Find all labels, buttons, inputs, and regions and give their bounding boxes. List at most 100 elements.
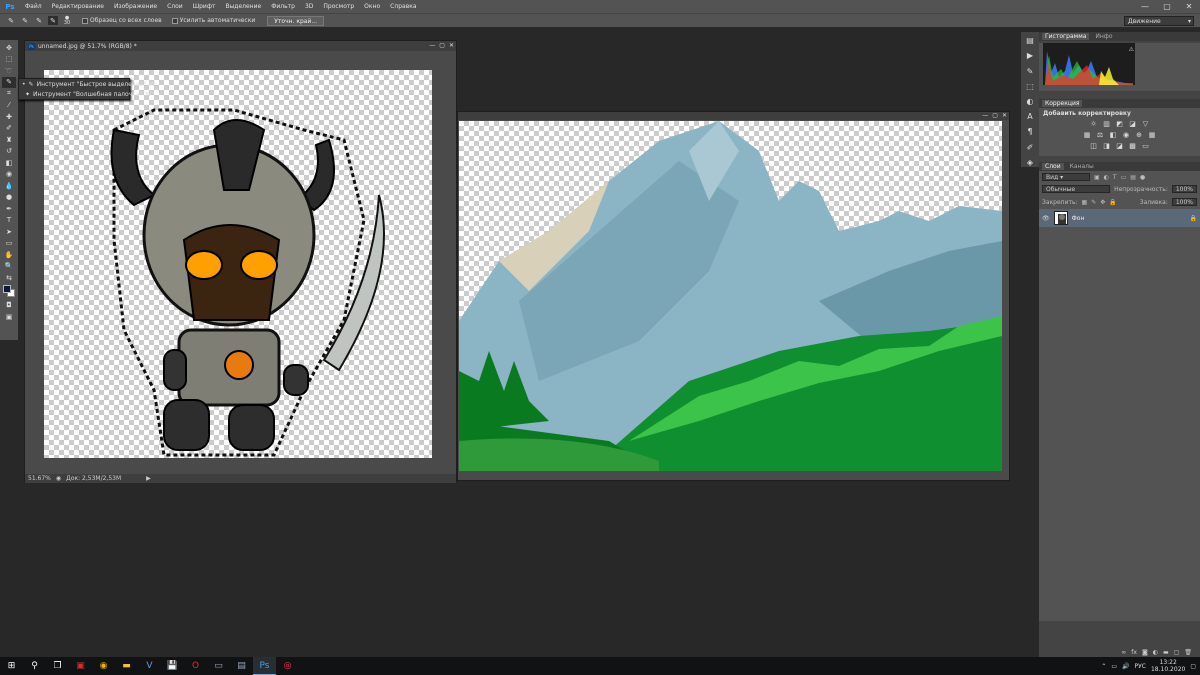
color-balance-icon[interactable]: ⚖	[1096, 130, 1105, 139]
curves-icon[interactable]: ◩	[1115, 119, 1124, 128]
selective-color-icon[interactable]: ▩	[1128, 141, 1137, 150]
doc-close-icon[interactable]: ✕	[449, 42, 454, 49]
menu-type[interactable]: Шрифт	[188, 3, 221, 10]
filter-smart-icon[interactable]: ▤	[1130, 174, 1136, 181]
lock-position-icon[interactable]: ✥	[1100, 199, 1105, 206]
crop-tool-icon[interactable]: ⌗	[2, 88, 16, 100]
app-window-icon[interactable]: ▭	[207, 657, 230, 675]
paragraph-panel-icon[interactable]: ¶	[1024, 127, 1036, 136]
canvas-area[interactable]	[25, 51, 456, 474]
blur-tool-icon[interactable]: 💧	[2, 180, 16, 192]
quick-select-tool-preset-icon[interactable]: ✎	[6, 16, 16, 25]
blend-mode-select[interactable]: Обычные	[1042, 185, 1111, 193]
layer-style-icon[interactable]: fx	[1131, 649, 1137, 656]
gradient-tool-icon[interactable]: ◉	[2, 169, 16, 181]
filter-pixel-icon[interactable]: ▣	[1094, 174, 1100, 181]
menu-help[interactable]: Справка	[385, 3, 421, 10]
screen-mode-icon[interactable]: ▣	[2, 311, 16, 323]
actions-panel-icon[interactable]: ▶	[1024, 51, 1036, 60]
search-icon[interactable]: ⚲	[23, 657, 46, 675]
landscape-document-tab[interactable]: — ▢ ✕	[458, 112, 1009, 120]
menu-window[interactable]: Окно	[359, 3, 385, 10]
brush-tool-icon[interactable]: ✐	[2, 123, 16, 135]
doc-minimize-icon[interactable]: —	[429, 42, 435, 49]
zoom-tool-icon[interactable]: 🔍	[2, 261, 16, 273]
minimize-button[interactable]: —	[1134, 0, 1156, 13]
stamp-tool-icon[interactable]: ♜	[2, 134, 16, 146]
lock-all-icon[interactable]: 🔒	[1109, 199, 1116, 206]
delete-layer-icon[interactable]: 🗑	[1184, 649, 1192, 656]
black-white-icon[interactable]: ◧	[1109, 130, 1118, 139]
clock[interactable]: 13:22 18.10.2020	[1151, 659, 1185, 673]
add-mask-icon[interactable]: ◙	[1142, 649, 1148, 656]
swatches-panel-icon[interactable]: ⬚	[1024, 82, 1036, 91]
filter-type-icon[interactable]: T	[1113, 174, 1117, 181]
new-layer-icon[interactable]: ▢	[1174, 649, 1180, 656]
browser-icon[interactable]: ▤	[230, 657, 253, 675]
3d-panel-icon[interactable]: ◈	[1024, 158, 1036, 167]
menu-layers[interactable]: Слои	[162, 3, 188, 10]
tab-histogram[interactable]: Гистограмма	[1042, 33, 1090, 40]
maximize-button[interactable]: ▢	[1156, 0, 1178, 13]
quick-select-tool-icon[interactable]: ✎	[2, 76, 16, 88]
document-size-info[interactable]: Док: 2,53М/2,53М	[66, 475, 121, 482]
tab-adjustments[interactable]: Коррекция	[1042, 100, 1083, 107]
lock-transparent-icon[interactable]: ▦	[1082, 199, 1088, 206]
chrome-icon[interactable]: ◉	[92, 657, 115, 675]
channel-mixer-icon[interactable]: ⊕	[1135, 130, 1144, 139]
save-icon[interactable]: 💾	[161, 657, 184, 675]
keyboard-language[interactable]: РУС	[1135, 663, 1146, 670]
layer-row-background[interactable]: 👁 Фон 🔒	[1039, 209, 1200, 227]
filter-toggle-icon[interactable]: ●	[1140, 174, 1145, 181]
workspace-select[interactable]: Движение ▾	[1124, 16, 1194, 26]
filter-adjust-icon[interactable]: ◐	[1104, 174, 1109, 181]
opera-gx-icon[interactable]: ◎	[276, 657, 299, 675]
shape-tool-icon[interactable]: ▭	[2, 238, 16, 250]
levels-icon[interactable]: ▥	[1102, 119, 1111, 128]
quick-mask-icon[interactable]: ◘	[2, 300, 16, 312]
task-view-icon[interactable]: ❐	[46, 657, 69, 675]
menu-image[interactable]: Изображение	[109, 3, 162, 10]
exposure-icon[interactable]: ◪	[1128, 119, 1137, 128]
lock-pixels-icon[interactable]: ✎	[1091, 199, 1096, 206]
gradient-map-icon[interactable]: ▭	[1141, 141, 1150, 150]
new-group-icon[interactable]: ▬	[1163, 649, 1169, 656]
chevron-up-icon[interactable]: ⌃	[1101, 663, 1106, 670]
history-panel-icon[interactable]: ▤	[1024, 36, 1036, 45]
pen-tool-icon[interactable]: ✒	[2, 203, 16, 215]
status-arrow-icon[interactable]: ▶	[146, 475, 151, 482]
hand-tool-icon[interactable]: ✋	[2, 249, 16, 261]
auto-enhance-checkbox[interactable]: Усилить автоматически	[171, 17, 255, 24]
link-layers-icon[interactable]: ∞	[1121, 649, 1126, 656]
flyout-item-quick-select[interactable]: • ✎ Инструмент "Быстрое выделение" W	[19, 79, 155, 89]
doc-maximize-icon[interactable]: ▢	[439, 42, 445, 49]
menu-view[interactable]: Просмотр	[318, 3, 359, 10]
new-adjustment-icon[interactable]: ◐	[1153, 649, 1158, 656]
refine-edge-button[interactable]: Уточн. край...	[267, 15, 325, 26]
status-info-icon[interactable]: ◉	[56, 475, 61, 482]
eyedropper-tool-icon[interactable]: ⁄	[2, 100, 16, 112]
menu-edit[interactable]: Редактирование	[47, 3, 109, 10]
tab-layers[interactable]: Слои	[1042, 163, 1064, 170]
path-select-tool-icon[interactable]: ➤	[2, 226, 16, 238]
menu-3d[interactable]: 3D	[300, 3, 318, 10]
histogram-warning-icon[interactable]: ⚠	[1129, 46, 1134, 53]
network-icon[interactable]: ▭	[1111, 663, 1117, 670]
brightness-contrast-icon[interactable]: ☼	[1089, 119, 1098, 128]
document-tab[interactable]: Ps unnamed.jpg @ 51.7% (RGB/8) * — ▢ ✕	[25, 41, 456, 51]
healing-tool-icon[interactable]: ✚	[2, 111, 16, 123]
marquee-tool-icon[interactable]: ⬚	[2, 54, 16, 66]
color-panel-icon[interactable]: ◐	[1024, 97, 1036, 106]
lasso-tool-icon[interactable]: ➰	[2, 65, 16, 77]
doc-minimize-icon[interactable]: —	[982, 112, 988, 119]
volume-icon[interactable]: 🔊	[1122, 663, 1129, 670]
tab-info[interactable]: Инфо	[1095, 33, 1112, 40]
menu-file[interactable]: Файл	[20, 3, 47, 10]
phone-app-icon[interactable]: ▣	[69, 657, 92, 675]
vibrance-icon[interactable]: ▽	[1141, 119, 1150, 128]
subtract-from-selection-icon[interactable]: ✎	[48, 16, 58, 25]
doc-close-icon[interactable]: ✕	[1002, 112, 1007, 119]
new-selection-icon[interactable]: ✎	[20, 16, 30, 25]
character-panel-icon[interactable]: A	[1024, 112, 1036, 121]
doc-maximize-icon[interactable]: ▢	[992, 112, 998, 119]
